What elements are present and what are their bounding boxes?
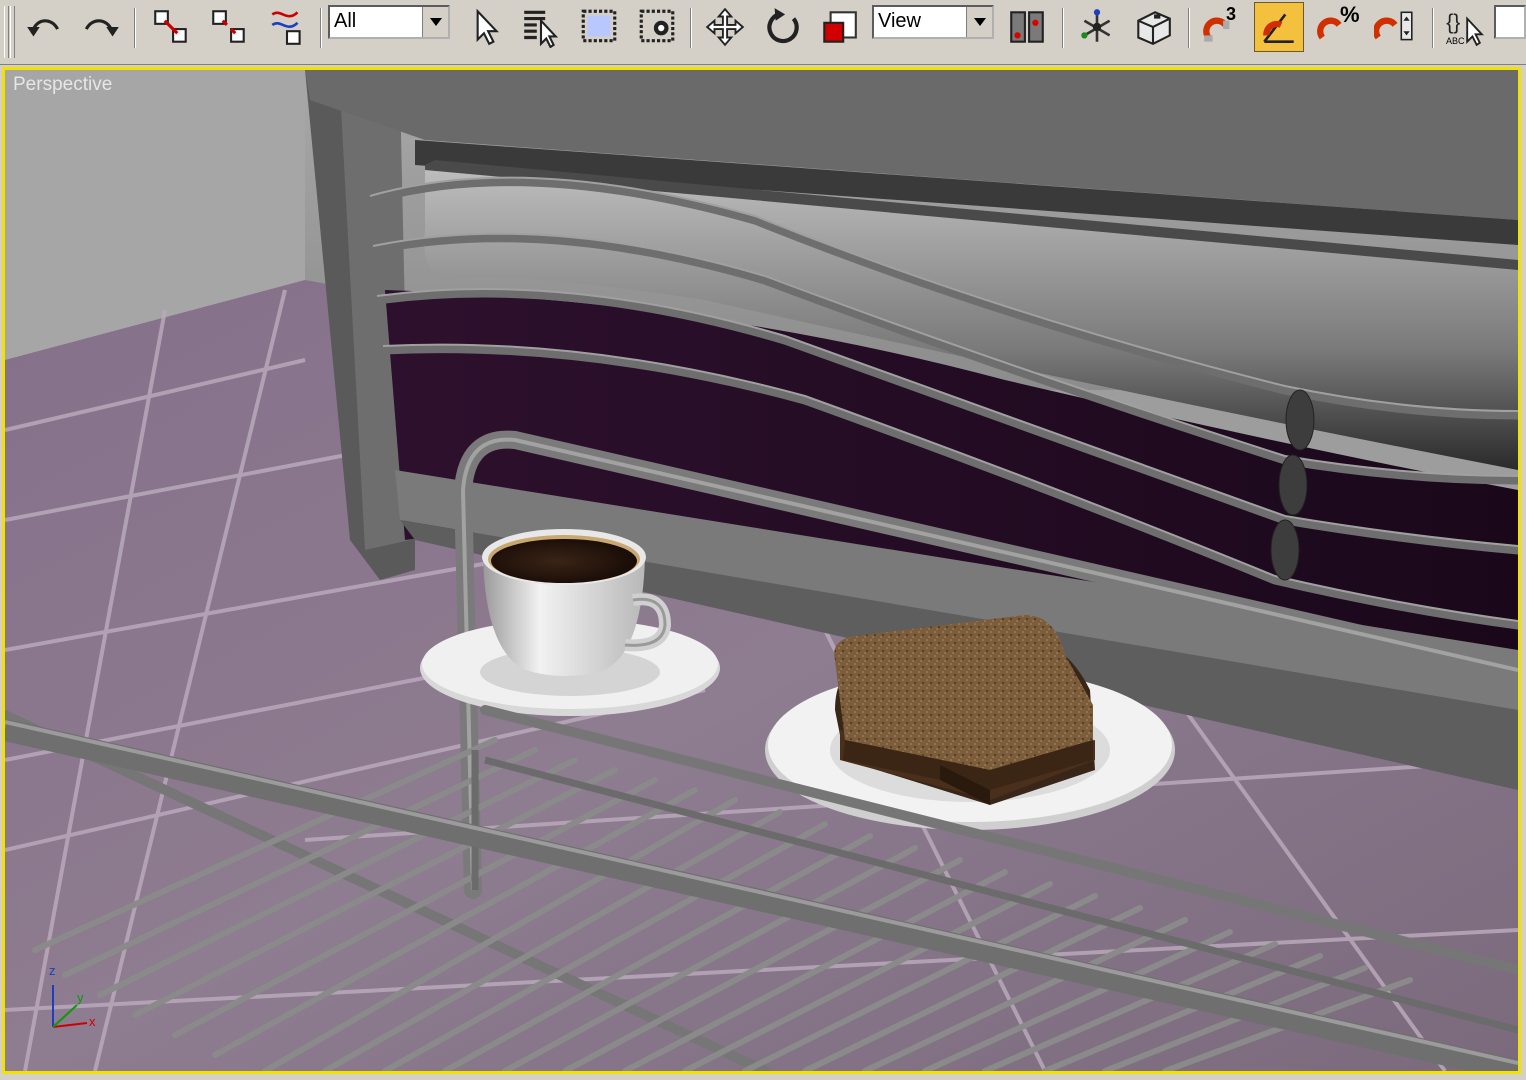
bind-to-space-warp-button[interactable] xyxy=(262,2,312,52)
toolbar-grip-2 xyxy=(10,6,15,58)
unlink-selection-icon xyxy=(212,10,245,43)
bind-to-space-warp-icon xyxy=(271,11,301,45)
toolbar-separator xyxy=(1062,8,1064,48)
scene-render xyxy=(5,70,1518,1071)
snaps-toggle-button[interactable]: 3 xyxy=(1196,2,1246,52)
main-toolbar: All View 3 % {} ABC xyxy=(0,0,1526,65)
selection-filter-dropdown[interactable]: All xyxy=(328,5,450,39)
select-and-rotate-button[interactable] xyxy=(758,2,808,52)
status-strip xyxy=(0,1074,1526,1080)
select-and-scale-button[interactable] xyxy=(814,2,864,52)
toolbar-separator xyxy=(1432,8,1434,48)
chevron-down-icon[interactable] xyxy=(966,7,992,37)
viewport-label[interactable]: Perspective xyxy=(13,74,112,96)
reference-coordinate-value: View xyxy=(878,10,921,32)
select-and-move-icon xyxy=(705,7,745,47)
svg-text:{}: {} xyxy=(1446,11,1460,34)
redo-button[interactable] xyxy=(76,2,126,52)
perspective-viewport[interactable]: Perspective z y x xyxy=(2,67,1521,1074)
toolbar-grip[interactable] xyxy=(4,6,9,58)
toolbar-separator xyxy=(1188,8,1190,48)
redo-icon xyxy=(84,19,119,37)
select-by-name-button[interactable] xyxy=(516,2,566,52)
select-and-manipulate-button[interactable] xyxy=(1072,2,1122,52)
keyboard-shortcut-override-icon xyxy=(1137,11,1171,45)
selection-filter-value: All xyxy=(334,10,357,32)
toolbar-separator xyxy=(690,8,692,48)
edit-named-selection-sets-button[interactable]: {} ABC xyxy=(1438,2,1488,52)
use-pivot-center-icon xyxy=(1010,11,1044,43)
named-selection-sets-field[interactable] xyxy=(1494,5,1526,39)
toolbar-separator xyxy=(134,8,136,48)
reference-coordinate-dropdown[interactable]: View xyxy=(872,5,994,39)
select-by-name-icon xyxy=(524,10,559,48)
select-and-manipulate-icon xyxy=(1081,9,1111,42)
angle-snap-toggle-button[interactable] xyxy=(1254,2,1304,52)
percent-snap-label: % xyxy=(1340,2,1360,27)
select-and-move-button[interactable] xyxy=(700,2,750,52)
angle-snap-toggle-icon xyxy=(1263,13,1294,44)
select-and-link-icon xyxy=(154,10,187,43)
named-sets-label: ABC xyxy=(1446,36,1465,46)
window-crossing-icon xyxy=(639,9,675,43)
axis-z-label: z xyxy=(49,963,56,978)
axis-tripod-icon xyxy=(52,985,88,1028)
spinner-snap-toggle-button[interactable] xyxy=(1370,2,1420,52)
axis-y-label: y xyxy=(77,990,84,1005)
rectangular-selection-icon xyxy=(581,9,617,43)
select-and-scale-icon xyxy=(823,11,857,43)
window-crossing-button[interactable] xyxy=(632,2,682,52)
spinner-snap-toggle-icon xyxy=(1374,11,1413,41)
undo-icon xyxy=(27,19,60,37)
select-and-rotate-icon xyxy=(767,8,799,44)
chevron-down-icon[interactable] xyxy=(422,7,448,37)
axis-x-label: x xyxy=(89,1014,96,1029)
unlink-selection-button[interactable] xyxy=(204,2,254,52)
snap-dimension-label: 3 xyxy=(1226,4,1237,24)
select-object-icon xyxy=(476,8,499,46)
select-and-link-button[interactable] xyxy=(146,2,196,52)
percent-snap-toggle-button[interactable]: % xyxy=(1312,2,1362,52)
use-pivot-center-button[interactable] xyxy=(1002,2,1052,52)
select-object-button[interactable] xyxy=(460,2,510,52)
undo-button[interactable] xyxy=(20,2,70,52)
toolbar-separator xyxy=(320,8,322,48)
keyboard-shortcut-override-button[interactable] xyxy=(1128,2,1178,52)
rectangular-selection-button[interactable] xyxy=(574,2,624,52)
